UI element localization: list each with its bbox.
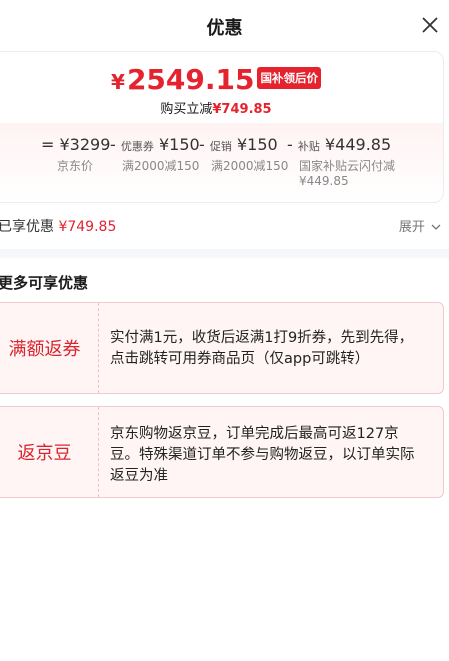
enjoyed-discount: 已享优惠 ¥749.85 — [0, 219, 117, 235]
close-icon[interactable] — [417, 12, 443, 38]
breakdown-item-coupon: - 优惠券 ¥150 满2000减150 — [110, 135, 200, 173]
breakdown-item-subsidy: - 补贴 ¥449.85 国家补贴云闪付减¥449.85 — [287, 135, 396, 188]
subsidy-tag: 国补领后价 — [257, 67, 321, 89]
price-card: ¥2549.15 国补领后价 购买立减¥749.85 = ¥3299 京东价 -… — [0, 51, 444, 203]
offer-card-coupon-return[interactable]: 满额返券 实付满1元，收货后返满1打9折券，先到先得，点击跳转可用券商品页（仅a… — [0, 302, 444, 394]
offer-desc: 京东购物返京豆，订单完成后最高可返127京豆。特殊渠道订单不参与购物返豆，以订单… — [110, 426, 415, 484]
final-price: ¥2549.15 — [111, 62, 255, 96]
header: 优惠 — [0, 0, 449, 52]
breakdown-item-promo: - 促销 ¥150 满2000减150 — [199, 135, 289, 173]
section-divider — [0, 249, 449, 258]
expand-button[interactable]: 展开 — [399, 216, 441, 235]
price-breakdown: = ¥3299 京东价 - 优惠券 ¥150 满2000减150 - 促销 ¥1… — [0, 123, 443, 202]
offer-card-jd-beans[interactable]: 返京豆 京东购物返京豆，订单完成后最高可返127京豆。特殊渠道订单不参与购物返豆… — [0, 406, 444, 498]
offer-name: 返京豆 — [0, 407, 99, 497]
page-title: 优惠 — [206, 18, 243, 39]
breakdown-item-jd-price: = ¥3299 京东价 — [41, 135, 111, 173]
price-summary: ¥2549.15 国补领后价 购买立减¥749.85 — [0, 52, 443, 122]
save-row: 购买立减¥749.85 — [160, 102, 272, 117]
offer-name: 满额返券 — [0, 303, 99, 393]
offer-desc: 实付满1元，收货后返满1打9折券，先到先得，点击跳转可用券商品页（仅app可跳转… — [110, 330, 414, 367]
chevron-down-icon — [431, 224, 441, 230]
more-offers-title: 更多可享优惠 — [0, 274, 89, 292]
